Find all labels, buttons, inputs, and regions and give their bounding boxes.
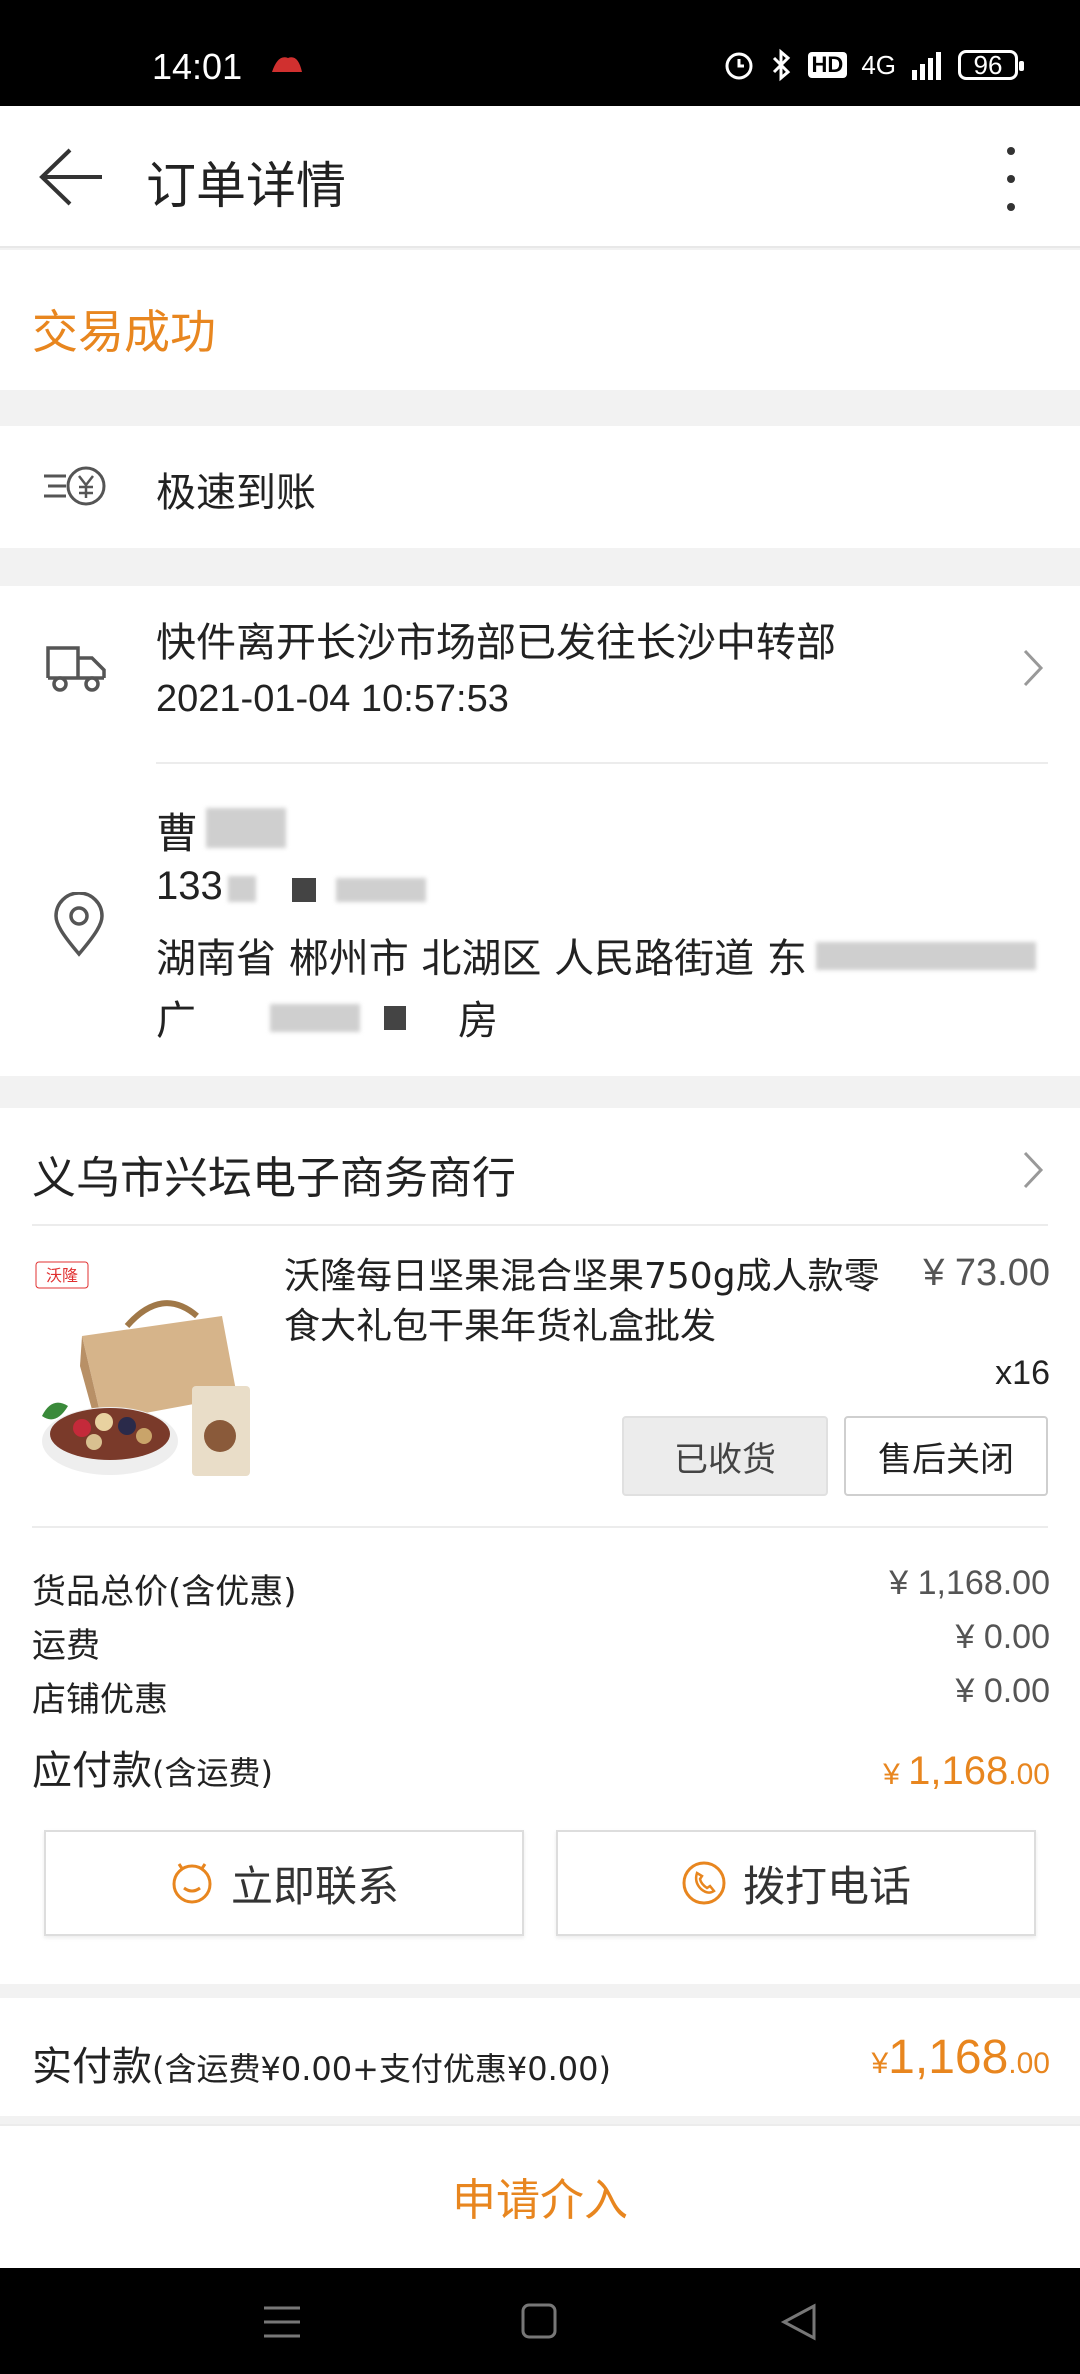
chevron-right-icon	[1023, 1151, 1044, 1189]
receiver-phone: 133	[156, 864, 223, 908]
home-icon[interactable]	[520, 2302, 558, 2340]
product-image[interactable]: 沃隆	[32, 1256, 258, 1492]
paid-amount: ¥1,168.00	[871, 2031, 1050, 2084]
fee-row-shipping: 运费 ¥ 0.00	[32, 1618, 1050, 1667]
redaction	[228, 876, 256, 902]
divider	[32, 1526, 1048, 1528]
shop-name: 义乌市兴坛电子商务商行	[32, 1153, 516, 1204]
receiver-address-line1: 湖南省 郴州市 北湖区 人民路街道 东	[156, 936, 807, 982]
receiver-name: 曹	[156, 809, 199, 858]
back-triangle-icon[interactable]	[780, 2302, 818, 2342]
payable-label: 应付款(含运费)	[32, 1748, 273, 1794]
brand-logo: 沃隆	[46, 1266, 78, 1285]
page-title: 订单详情	[146, 157, 346, 215]
product-price: ¥ 73.00	[923, 1252, 1050, 1294]
fee-value: ¥ 1,168.00	[889, 1564, 1050, 1602]
paid-label: 实付款(含运费¥0.00+支付优惠¥0.00)	[32, 2044, 612, 2090]
network-label: 4G	[861, 49, 896, 80]
bluetooth-icon	[772, 48, 790, 82]
fast-yuan-icon	[44, 466, 106, 506]
divider	[32, 1224, 1048, 1226]
signal-icon	[912, 52, 941, 80]
logistics-message: 快件离开长沙市场部已发往长沙中转部	[156, 620, 836, 666]
fast-arrival-label: 极速到账	[156, 470, 316, 516]
redaction	[206, 808, 286, 848]
chevron-right-icon	[1023, 649, 1044, 687]
notification-icon	[272, 57, 302, 72]
call-phone-button[interactable]: 拨打电话	[556, 1830, 1036, 1936]
back-arrow-icon[interactable]	[36, 144, 106, 210]
contact-now-label: 立即联系	[230, 1861, 399, 1911]
fee-value: ¥ 0.00	[955, 1672, 1050, 1710]
logistics-time: 2021-01-04 10:57:53	[156, 678, 509, 720]
chat-face-icon	[172, 1863, 212, 1904]
fast-arrival-row: 极速到账	[0, 426, 1080, 548]
order-status: 交易成功	[32, 305, 216, 359]
alarm-icon	[725, 52, 753, 80]
order-status-card: 交易成功	[0, 250, 1080, 390]
product-quantity: x16	[995, 1354, 1050, 1392]
phone-icon	[682, 1861, 726, 1905]
fee-row-goods-total: 货品总价(含优惠) ¥ 1,168.00	[32, 1564, 1050, 1613]
redaction	[292, 878, 316, 902]
apply-intervention-bar: 申请介入	[0, 2124, 1080, 2268]
more-options-icon[interactable]	[1004, 144, 1018, 214]
redaction	[816, 942, 1036, 970]
paid-note: (含运费¥0.00+支付优惠¥0.00)	[152, 2050, 612, 2088]
paid-row: 实付款(含运费¥0.00+支付优惠¥0.00) ¥1,168.00	[0, 1998, 1080, 2116]
hd-icon: HD	[807, 52, 848, 78]
payable-row: 应付款(含运费) ¥ 1,168.00	[32, 1738, 1050, 1796]
product-title[interactable]: 沃隆每日坚果混合坚果750g成人款零食大礼包干果年货礼盒批发	[284, 1252, 904, 1352]
after-sale-closed-button[interactable]: 售后关闭	[844, 1416, 1048, 1496]
top-bar: 订单详情	[0, 106, 1080, 248]
fee-label: 货品总价(含优惠)	[32, 1572, 297, 1612]
contact-now-button[interactable]: 立即联系	[44, 1830, 524, 1936]
apply-intervention-button[interactable]: 申请介入	[0, 2164, 1080, 2228]
delivery-card: 快件离开长沙市场部已发往长沙中转部 2021-01-04 10:57:53 曹 …	[0, 586, 1080, 1076]
system-nav-bar	[0, 2268, 1080, 2374]
battery-icon: 96	[958, 50, 1024, 80]
shop-card: 义乌市兴坛电子商务商行 沃隆 沃隆每日坚果混合坚果750g成人款零食大礼包干果年…	[0, 1108, 1080, 1984]
fee-label: 店铺优惠	[32, 1680, 168, 1720]
fee-row-shop-discount: 店铺优惠 ¥ 0.00	[32, 1672, 1050, 1721]
truck-icon	[46, 646, 106, 692]
status-bar: 14:01 HD 4G 96	[0, 0, 1080, 106]
received-button[interactable]: 已收货	[622, 1416, 828, 1496]
call-phone-label: 拨打电话	[742, 1861, 911, 1911]
location-pin-icon	[54, 892, 104, 957]
redaction	[336, 878, 426, 902]
fee-label: 运费	[32, 1626, 100, 1666]
payable-amount: ¥ 1,168.00	[883, 1749, 1050, 1793]
receiver-address-line2-start: 广	[156, 998, 196, 1044]
menu-icon[interactable]	[262, 2302, 302, 2342]
divider	[156, 762, 1048, 764]
redaction	[384, 1006, 406, 1030]
fee-value: ¥ 0.00	[955, 1618, 1050, 1656]
payable-note: (含运费)	[152, 1754, 273, 1792]
clock: 14:01	[152, 46, 243, 87]
redaction	[270, 1004, 360, 1032]
receiver-address-line2-end: 房	[458, 998, 498, 1044]
